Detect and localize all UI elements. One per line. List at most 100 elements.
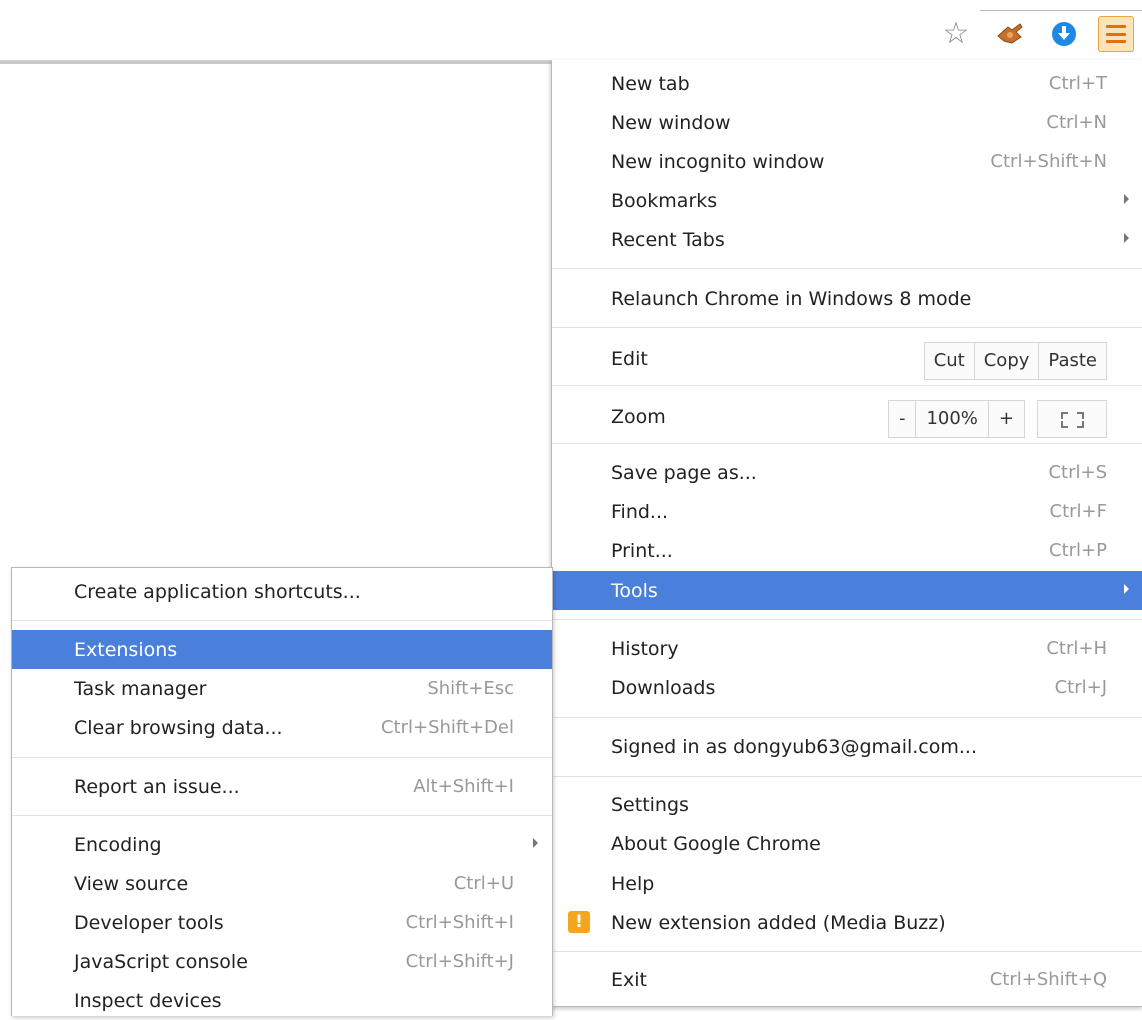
menu-item-encoding[interactable]: Encoding bbox=[12, 825, 552, 864]
menu-item-label: New window bbox=[611, 112, 731, 134]
menu-item-shortcut: Ctrl+U bbox=[453, 873, 514, 894]
menu-item-new-tab[interactable]: New tab Ctrl+T bbox=[552, 64, 1142, 103]
menu-item-report-issue[interactable]: Report an issue... Alt+Shift+I bbox=[12, 767, 552, 806]
address-bar[interactable] bbox=[0, 10, 980, 61]
zoom-level: 100% bbox=[916, 401, 989, 437]
menu-item-help[interactable]: Help bbox=[552, 864, 1142, 903]
menu-item-label: Settings bbox=[611, 794, 689, 816]
menu-separator bbox=[552, 268, 1142, 269]
chrome-menu-icon[interactable] bbox=[1098, 16, 1134, 52]
menu-item-shortcut: Shift+Esc bbox=[427, 678, 514, 699]
menu-item-javascript-console[interactable]: JavaScript console Ctrl+Shift+J bbox=[12, 942, 552, 981]
menu-item-label: Extensions bbox=[74, 639, 178, 661]
menu-item-downloads[interactable]: Downloads Ctrl+J bbox=[552, 668, 1142, 707]
menu-item-zoom: Zoom - 100% + bbox=[552, 394, 1142, 444]
menu-item-label: Exit bbox=[611, 969, 647, 991]
menu-item-label: Edit bbox=[611, 348, 648, 370]
fullscreen-icon bbox=[1061, 412, 1068, 419]
menu-item-new-window[interactable]: New window Ctrl+N bbox=[552, 103, 1142, 142]
menu-item-about-chrome[interactable]: About Google Chrome bbox=[552, 824, 1142, 863]
menu-item-label: Bookmarks bbox=[611, 190, 718, 212]
menu-separator bbox=[12, 620, 552, 621]
menu-separator bbox=[552, 951, 1142, 952]
menu-separator bbox=[552, 776, 1142, 777]
menu-item-bookmarks[interactable]: Bookmarks bbox=[552, 181, 1142, 220]
menu-item-signed-in[interactable]: Signed in as dongyub63@gmail.com... bbox=[552, 727, 1142, 766]
menu-item-shortcut: Ctrl+J bbox=[1054, 677, 1107, 698]
extension-icon[interactable] bbox=[994, 18, 1026, 50]
menu-item-label: Clear browsing data... bbox=[74, 717, 283, 739]
menu-item-label: Recent Tabs bbox=[611, 229, 725, 251]
menu-item-recent-tabs[interactable]: Recent Tabs bbox=[552, 220, 1142, 259]
menu-item-label: Relaunch Chrome in Windows 8 mode bbox=[611, 288, 972, 310]
menu-item-print[interactable]: Print... Ctrl+P bbox=[552, 531, 1142, 570]
menu-separator bbox=[12, 757, 552, 758]
chrome-main-menu: New tab Ctrl+T New window Ctrl+N New inc… bbox=[551, 60, 1142, 1007]
menu-item-view-source[interactable]: View source Ctrl+U bbox=[12, 864, 552, 903]
menu-item-task-manager[interactable]: Task manager Shift+Esc bbox=[12, 669, 552, 708]
menu-item-history[interactable]: History Ctrl+H bbox=[552, 629, 1142, 668]
browser-toolbar: ☆ bbox=[0, 0, 1142, 64]
menu-item-relaunch-windows8[interactable]: Relaunch Chrome in Windows 8 mode bbox=[552, 279, 1142, 318]
menu-item-new-extension-added[interactable]: ! New extension added (Media Buzz) bbox=[552, 903, 1142, 942]
menu-separator bbox=[12, 815, 552, 816]
menu-item-settings[interactable]: Settings bbox=[552, 785, 1142, 824]
menu-item-shortcut: Ctrl+Shift+N bbox=[990, 151, 1107, 172]
menu-item-extensions[interactable]: Extensions bbox=[12, 630, 552, 669]
menu-item-label: Zoom bbox=[611, 406, 666, 428]
menu-separator bbox=[552, 385, 1142, 386]
menu-item-new-incognito-window[interactable]: New incognito window Ctrl+Shift+N bbox=[552, 142, 1142, 181]
menu-item-label: Developer tools bbox=[74, 912, 224, 934]
menu-item-shortcut: Ctrl+S bbox=[1048, 462, 1107, 483]
menu-item-label: History bbox=[611, 638, 679, 660]
menu-item-shortcut: Ctrl+H bbox=[1046, 638, 1107, 659]
menu-item-label: Tools bbox=[611, 580, 658, 602]
download-icon[interactable] bbox=[1048, 18, 1080, 50]
menu-item-create-app-shortcuts[interactable]: Create application shortcuts... bbox=[12, 572, 552, 611]
menu-item-label: View source bbox=[74, 873, 189, 895]
fullscreen-icon-corner bbox=[1077, 412, 1084, 419]
menu-separator bbox=[552, 443, 1142, 444]
menu-item-label: Downloads bbox=[611, 677, 716, 699]
menu-item-edit: Edit Cut Copy Paste bbox=[552, 336, 1142, 386]
toolbar-bottom-border bbox=[0, 61, 552, 64]
menu-item-label: About Google Chrome bbox=[611, 833, 821, 855]
menu-item-developer-tools[interactable]: Developer tools Ctrl+Shift+I bbox=[12, 903, 552, 942]
zoom-in-button[interactable]: + bbox=[989, 401, 1024, 437]
menu-item-shortcut: Ctrl+F bbox=[1049, 501, 1107, 522]
paste-button[interactable]: Paste bbox=[1039, 343, 1106, 379]
zoom-button-group: - 100% + bbox=[887, 400, 1025, 438]
edit-button-group: Cut Copy Paste bbox=[923, 342, 1107, 380]
menu-item-tools[interactable]: Tools bbox=[552, 571, 1142, 610]
zoom-out-button[interactable]: - bbox=[889, 401, 917, 437]
menu-item-shortcut: Ctrl+T bbox=[1048, 73, 1107, 94]
menu-item-shortcut: Ctrl+Shift+J bbox=[405, 951, 514, 972]
menu-item-save-page[interactable]: Save page as... Ctrl+S bbox=[552, 453, 1142, 492]
menu-item-label: New incognito window bbox=[611, 151, 825, 173]
menu-item-label: Report an issue... bbox=[74, 776, 240, 798]
menu-item-shortcut: Ctrl+Shift+Q bbox=[989, 969, 1107, 990]
fullscreen-icon-corner bbox=[1061, 421, 1068, 428]
menu-item-label: New tab bbox=[611, 73, 690, 95]
cut-button[interactable]: Cut bbox=[925, 343, 975, 379]
menu-item-label: Find... bbox=[611, 501, 669, 523]
fullscreen-icon-corner bbox=[1077, 421, 1084, 428]
menu-item-shortcut: Ctrl+Shift+I bbox=[405, 912, 514, 933]
fullscreen-button[interactable] bbox=[1037, 400, 1107, 438]
hamburger-bars bbox=[1106, 25, 1126, 43]
submenu-arrow-icon bbox=[1124, 233, 1129, 243]
menu-separator bbox=[552, 717, 1142, 718]
menu-item-label: Encoding bbox=[74, 834, 162, 856]
bookmark-star-icon[interactable]: ☆ bbox=[940, 18, 972, 50]
menu-item-shortcut: Ctrl+P bbox=[1049, 540, 1107, 561]
menu-item-shortcut: Ctrl+Shift+Del bbox=[380, 717, 514, 738]
menu-item-label: Help bbox=[611, 873, 655, 895]
copy-button[interactable]: Copy bbox=[975, 343, 1040, 379]
menu-item-label: Print... bbox=[611, 540, 673, 562]
menu-item-shortcut: Alt+Shift+I bbox=[413, 776, 514, 797]
menu-item-exit[interactable]: Exit Ctrl+Shift+Q bbox=[552, 960, 1142, 999]
menu-item-find[interactable]: Find... Ctrl+F bbox=[552, 492, 1142, 531]
menu-item-clear-browsing-data[interactable]: Clear browsing data... Ctrl+Shift+Del bbox=[12, 708, 552, 747]
menu-item-inspect-devices[interactable]: Inspect devices bbox=[12, 981, 552, 1020]
menu-item-label: Save page as... bbox=[611, 462, 757, 484]
